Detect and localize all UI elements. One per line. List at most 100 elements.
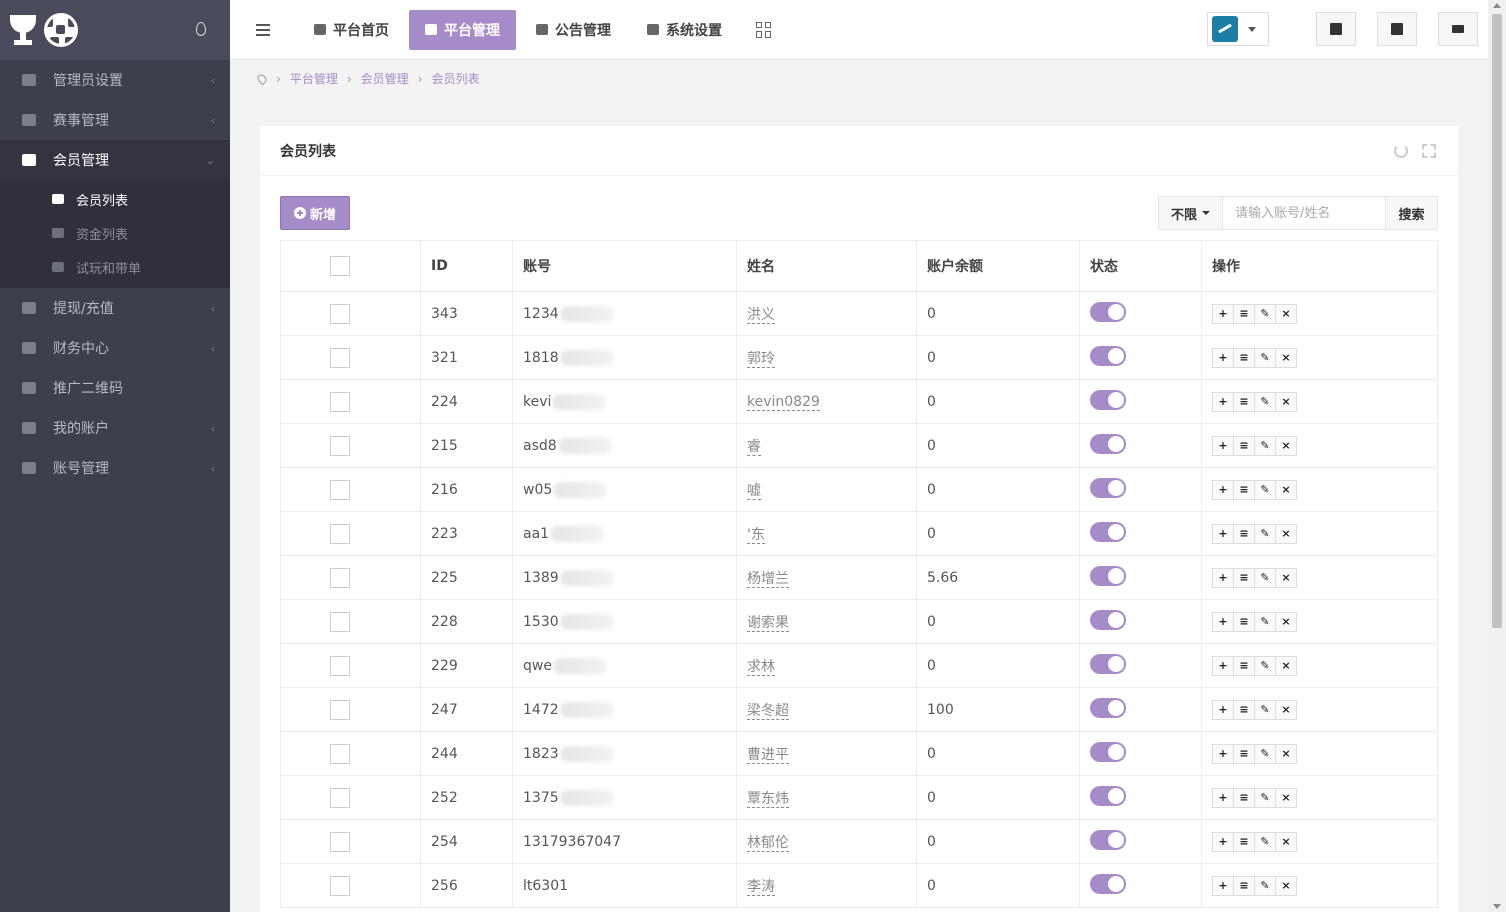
edit-op-button[interactable]: ✎ [1254, 875, 1276, 896]
detail-op-button[interactable]: ≡ [1233, 743, 1255, 764]
delete-op-button[interactable]: × [1275, 875, 1297, 896]
delete-op-button[interactable]: × [1275, 523, 1297, 544]
scroll-up-icon[interactable] [1493, 3, 1501, 8]
delete-op-button[interactable]: × [1275, 391, 1297, 412]
edit-op-button[interactable]: ✎ [1254, 743, 1276, 764]
name-editable-link[interactable]: 谢索果 [747, 614, 789, 632]
sidebar-item[interactable]: 推广二维码 [0, 368, 230, 408]
delete-op-button[interactable]: × [1275, 479, 1297, 500]
detail-op-button[interactable]: ≡ [1233, 391, 1255, 412]
row-checkbox[interactable] [330, 567, 350, 588]
theme-drop-icon[interactable] [196, 22, 206, 36]
detail-op-button[interactable]: ≡ [1233, 699, 1255, 720]
name-editable-link[interactable]: 郭玲 [747, 350, 775, 368]
sidebar-item[interactable]: 提现/充值 ‹ [0, 288, 230, 328]
top-nav-tab[interactable]: 公告管理 [520, 10, 627, 50]
status-toggle[interactable] [1090, 741, 1126, 762]
right-sidebar-button[interactable] [1438, 12, 1478, 46]
add-op-button[interactable]: + [1212, 347, 1234, 368]
row-checkbox[interactable] [330, 787, 350, 808]
top-nav-tab[interactable]: 系统设置 [631, 10, 738, 50]
detail-op-button[interactable]: ≡ [1233, 303, 1255, 324]
row-checkbox[interactable] [330, 435, 350, 456]
scrollbar-thumb[interactable] [1492, 14, 1502, 628]
name-editable-link[interactable]: 林郁伦 [747, 834, 789, 852]
name-editable-link[interactable]: 洪义 [747, 306, 775, 324]
edit-op-button[interactable]: ✎ [1254, 479, 1276, 500]
status-toggle[interactable] [1090, 345, 1126, 366]
add-op-button[interactable]: + [1212, 435, 1234, 456]
add-op-button[interactable]: + [1212, 743, 1234, 764]
select-all-checkbox[interactable] [330, 256, 350, 276]
header-id[interactable]: ID [420, 240, 513, 292]
row-checkbox[interactable] [330, 523, 350, 544]
page-scrollbar[interactable] [1488, 0, 1506, 912]
delete-op-button[interactable]: × [1275, 567, 1297, 588]
filter-dropdown[interactable]: 不限 [1159, 197, 1223, 229]
open-external-button[interactable] [1377, 12, 1417, 46]
edit-op-button[interactable]: ✎ [1254, 303, 1276, 324]
status-toggle[interactable] [1090, 873, 1126, 894]
detail-op-button[interactable]: ≡ [1233, 831, 1255, 852]
delete-op-button[interactable]: × [1275, 699, 1297, 720]
add-member-button[interactable]: 新增 [280, 196, 350, 230]
detail-op-button[interactable]: ≡ [1233, 479, 1255, 500]
name-editable-link[interactable]: '东 [747, 526, 765, 544]
header-name[interactable]: 姓名 [736, 240, 917, 292]
edit-op-button[interactable]: ✎ [1254, 699, 1276, 720]
add-op-button[interactable]: + [1212, 787, 1234, 808]
row-checkbox[interactable] [330, 743, 350, 764]
row-checkbox[interactable] [330, 347, 350, 368]
name-editable-link[interactable]: 曹进平 [747, 746, 789, 764]
row-checkbox[interactable] [330, 655, 350, 676]
row-checkbox[interactable] [330, 391, 350, 412]
header-account[interactable]: 账号 [512, 240, 737, 292]
detail-op-button[interactable]: ≡ [1233, 787, 1255, 808]
status-toggle[interactable] [1090, 477, 1126, 498]
delete-op-button[interactable]: × [1275, 347, 1297, 368]
status-toggle[interactable] [1090, 697, 1126, 718]
add-op-button[interactable]: + [1212, 655, 1234, 676]
top-nav-tab[interactable]: 平台首页 [298, 10, 405, 50]
delete-op-button[interactable]: × [1275, 435, 1297, 456]
name-editable-link[interactable]: 覃东炜 [747, 790, 789, 808]
header-balance[interactable]: 账户余额 [916, 240, 1080, 292]
brand-logo[interactable] [0, 0, 230, 60]
sidebar-subitem[interactable]: 会员列表 [0, 182, 230, 216]
name-editable-link[interactable]: 嘘 [747, 482, 761, 500]
scroll-down-icon[interactable] [1493, 904, 1501, 909]
edit-op-button[interactable]: ✎ [1254, 391, 1276, 412]
row-checkbox[interactable] [330, 611, 350, 632]
sidebar-item[interactable]: 财务中心 ‹ [0, 328, 230, 368]
add-op-button[interactable]: + [1212, 303, 1234, 324]
row-checkbox[interactable] [330, 699, 350, 720]
sidebar-item[interactable]: 我的账户 ‹ [0, 408, 230, 448]
sidebar-item[interactable]: 赛事管理 ‹ [0, 100, 230, 140]
row-checkbox[interactable] [330, 831, 350, 852]
detail-op-button[interactable]: ≡ [1233, 655, 1255, 676]
name-editable-link[interactable]: 李涛 [747, 878, 775, 896]
add-op-button[interactable]: + [1212, 699, 1234, 720]
delete-op-button[interactable]: × [1275, 787, 1297, 808]
sidebar-item[interactable]: 账号管理 ‹ [0, 448, 230, 488]
breadcrumb-item[interactable]: 会员管理 [361, 70, 409, 87]
detail-op-button[interactable]: ≡ [1233, 611, 1255, 632]
delete-op-button[interactable]: × [1275, 743, 1297, 764]
refresh-icon[interactable] [1394, 144, 1408, 158]
name-editable-link[interactable]: 睿 [747, 438, 761, 456]
edit-op-button[interactable]: ✎ [1254, 347, 1276, 368]
brand-dropdown-button[interactable] [1207, 12, 1269, 46]
add-op-button[interactable]: + [1212, 479, 1234, 500]
sidebar-subitem[interactable]: 资金列表 [0, 216, 230, 250]
detail-op-button[interactable]: ≡ [1233, 875, 1255, 896]
breadcrumb-item[interactable]: 平台管理 [290, 70, 338, 87]
name-editable-link[interactable]: 求林 [747, 658, 775, 676]
sidebar-item[interactable]: 管理员设置 ‹ [0, 60, 230, 100]
row-checkbox[interactable] [330, 479, 350, 500]
detail-op-button[interactable]: ≡ [1233, 347, 1255, 368]
edit-op-button[interactable]: ✎ [1254, 655, 1276, 676]
add-op-button[interactable]: + [1212, 875, 1234, 896]
breadcrumb-item[interactable]: 会员列表 [431, 70, 479, 87]
name-editable-link[interactable]: 杨增兰 [747, 570, 789, 588]
status-toggle[interactable] [1090, 389, 1126, 410]
